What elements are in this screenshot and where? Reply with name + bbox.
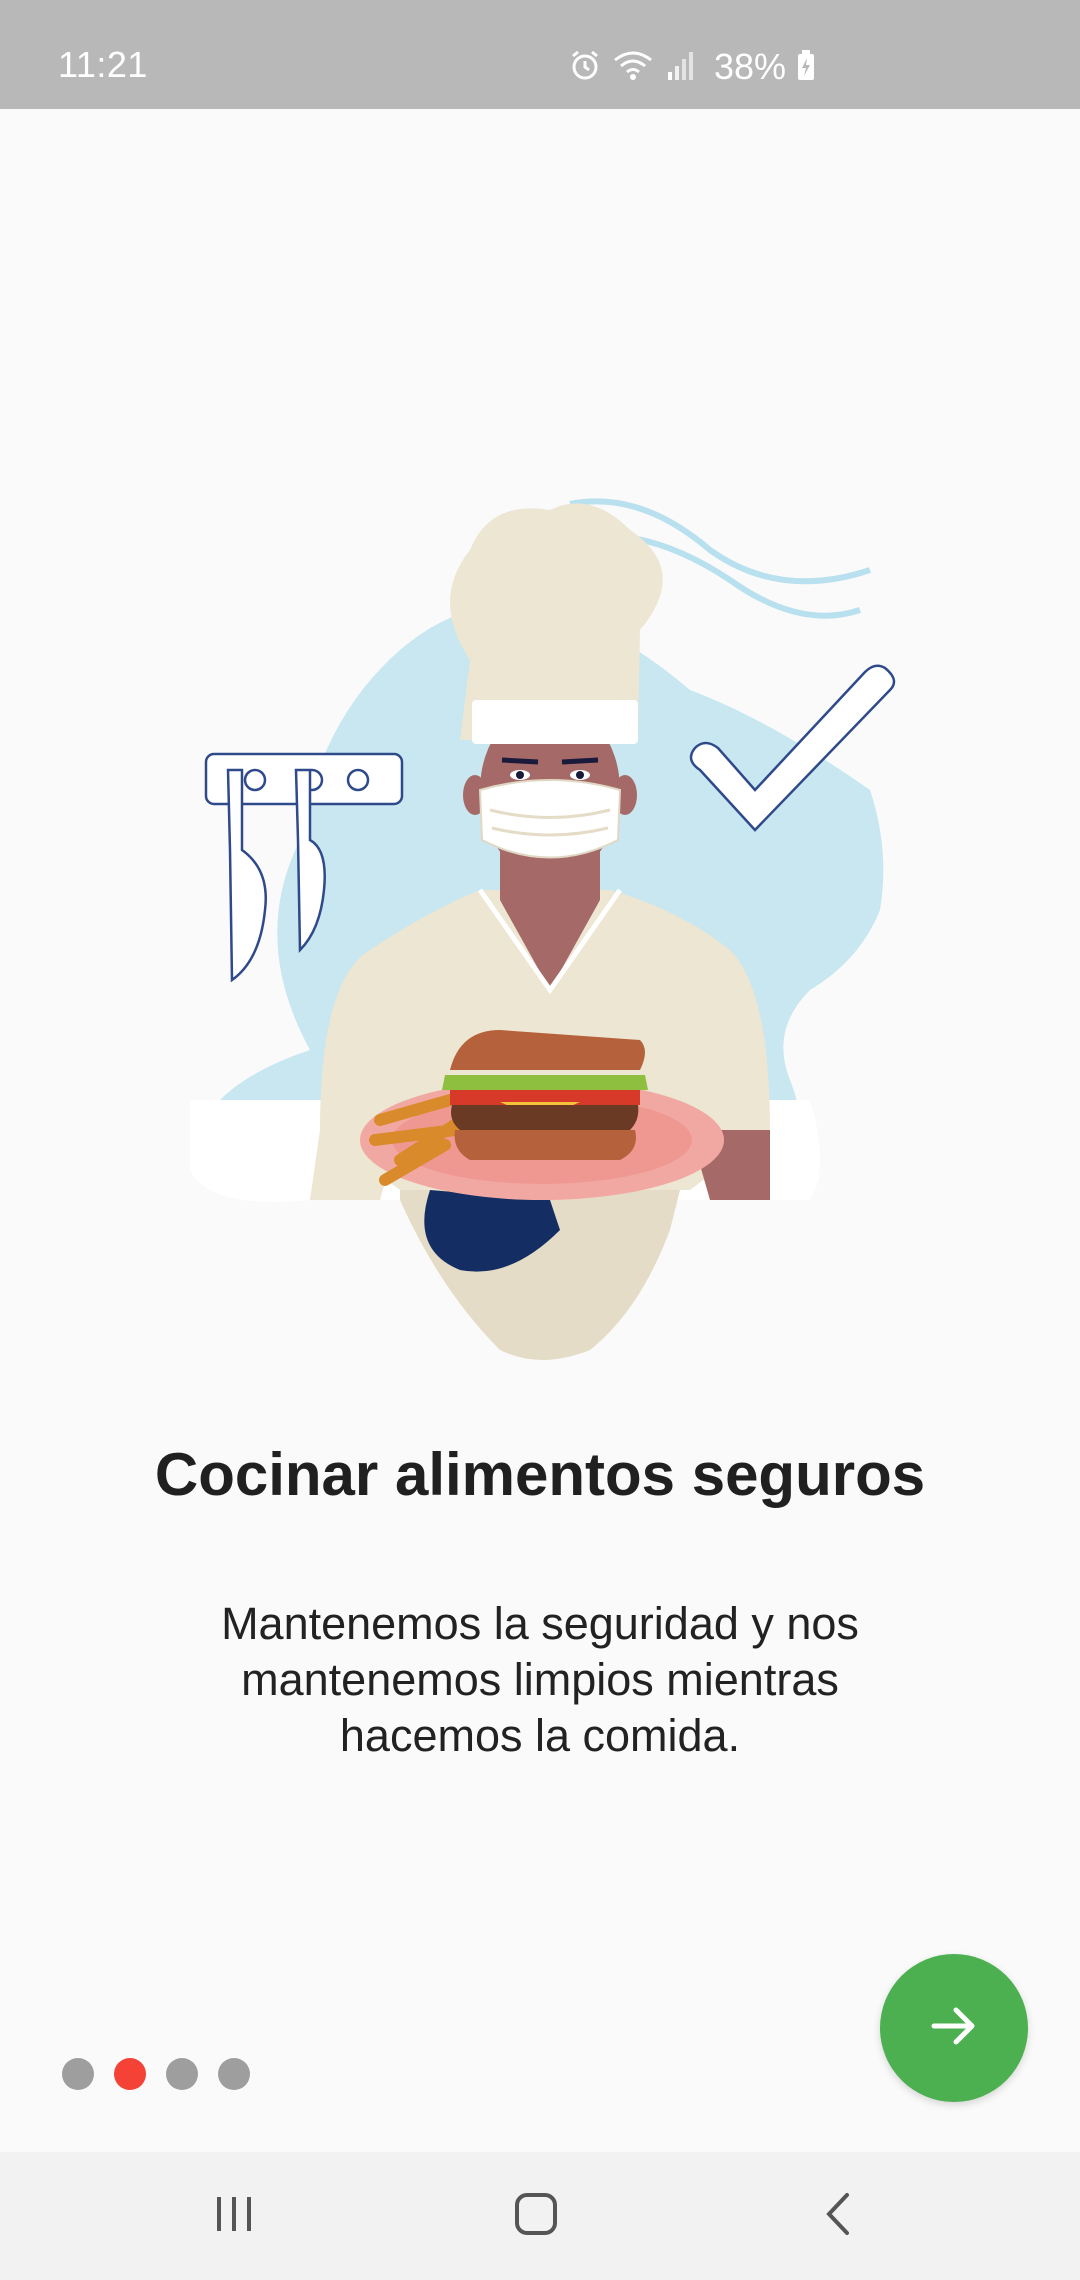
battery-charging-icon (796, 48, 816, 87)
status-time: 11:21 (58, 44, 148, 85)
home-icon (513, 2191, 559, 2242)
arrow-right-icon (928, 2000, 980, 2057)
recent-apps-button[interactable] (164, 2152, 304, 2280)
status-icons: 38% (568, 44, 816, 90)
system-nav-bar (0, 2152, 1080, 2280)
signal-icon (664, 48, 698, 87)
recent-apps-icon (211, 2191, 257, 2242)
page-dot-3[interactable] (166, 2058, 198, 2090)
page-description: Mantenemos la seguridad y nos mantenemos… (221, 1598, 859, 1761)
page-title: Cocinar alimentos seguros (154, 1441, 926, 1508)
page-indicator (62, 2058, 250, 2090)
page-dot-4[interactable] (218, 2058, 250, 2090)
next-button[interactable] (880, 1954, 1028, 2102)
alarm-icon (568, 48, 602, 87)
back-icon (817, 2191, 863, 2242)
back-button[interactable] (770, 2152, 910, 2280)
page-dot-1[interactable] (62, 2058, 94, 2090)
status-bar: 11:21 38% (0, 0, 1080, 109)
battery-percent: 38% (714, 46, 787, 87)
page-dot-2-active[interactable] (114, 2058, 146, 2090)
wifi-icon (612, 48, 654, 87)
chef-illustration (170, 490, 910, 1370)
home-button[interactable] (466, 2152, 606, 2280)
